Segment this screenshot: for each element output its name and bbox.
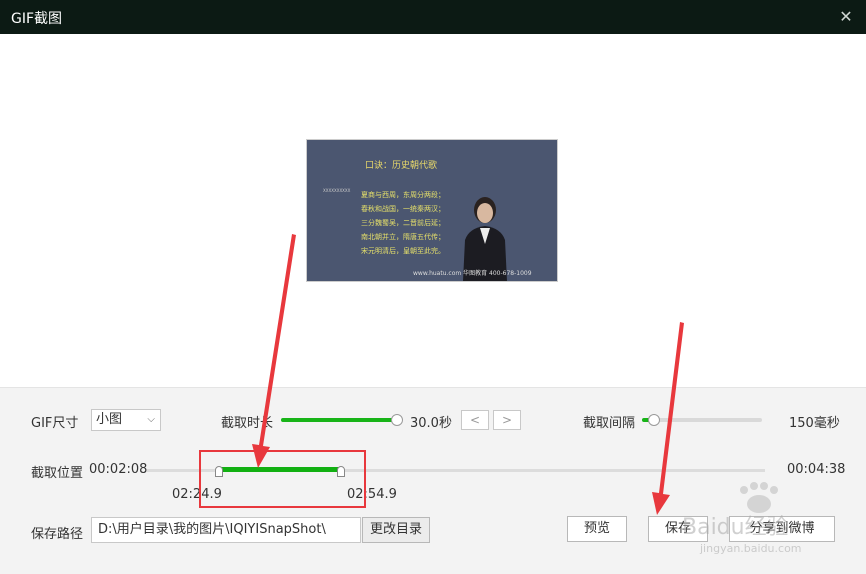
save-path-input[interactable]: D:\用户目录\我的图片\IQIYISnapShot\ — [91, 517, 361, 543]
interval-value: 150毫秒 — [789, 416, 840, 431]
thumbnail-line: 宋元明清后，皇朝至此完。 — [361, 247, 445, 255]
position-end-time: 00:04:38 — [787, 462, 846, 477]
duration-slider-fill — [281, 418, 397, 422]
change-directory-button[interactable]: 更改目录 — [362, 517, 430, 543]
thumbnail-side-text: XXXXXXXXXX — [323, 188, 351, 193]
close-icon[interactable]: ✕ — [834, 5, 858, 29]
gif-capture-dialog: GIF截图 ✕ 口诀：历史朝代歌 XXXXXXXXXX 夏商与西周，东周分两段；… — [0, 0, 866, 574]
duration-value: 30.0秒 — [410, 416, 452, 431]
thumbnail-line: 夏商与西周，东周分两段； — [361, 191, 445, 199]
thumbnail-footer: www.huatu.com 华图教育 400-678-1009 — [413, 270, 532, 277]
title-bar: GIF截图 ✕ — [0, 0, 866, 34]
prev-button[interactable]: < — [461, 410, 489, 430]
chevron-down-icon: ⌵ — [147, 414, 155, 425]
interval-slider-knob[interactable] — [648, 414, 660, 426]
next-button[interactable]: > — [493, 410, 521, 430]
interval-slider-track[interactable] — [642, 418, 762, 422]
watermark-brand: Baidu经验 — [682, 515, 789, 540]
watermark-url: jingyan.baidu.com — [699, 542, 802, 555]
preview-button[interactable]: 预览 — [567, 516, 627, 542]
position-label: 截取位置 — [31, 466, 84, 481]
thumbnail-line: 南北朝并立，隋唐五代传； — [361, 233, 445, 241]
size-select[interactable]: 小图 ⌵ — [91, 409, 161, 431]
path-label: 保存路径 — [31, 527, 84, 542]
thumbnail-heading: 口诀：历史朝代歌 — [365, 161, 438, 171]
video-thumbnail: 口诀：历史朝代歌 XXXXXXXXXX 夏商与西周，东周分两段； 春秋和战国，一… — [306, 139, 558, 282]
position-start-time: 00:02:08 — [89, 462, 148, 477]
window-title: GIF截图 — [11, 11, 63, 27]
size-label: GIF尺寸 — [31, 416, 79, 431]
preview-area: 口诀：历史朝代歌 XXXXXXXXXX 夏商与西周，东周分两段； 春秋和战国，一… — [0, 34, 866, 387]
duration-label: 截取时长 — [221, 416, 274, 431]
thumbnail-line: 春秋和战国，一统秦两汉； — [361, 205, 445, 213]
annotation-highlight-box — [199, 450, 366, 508]
thumbnail-line: 三分魏蜀吴，二晋前后延； — [361, 219, 445, 227]
size-select-value: 小图 — [96, 412, 123, 427]
duration-slider-knob[interactable] — [391, 414, 403, 426]
baidu-watermark: Baidu经验 jingyan.baidu.com — [682, 482, 802, 555]
interval-label: 截取间隔 — [583, 416, 636, 431]
